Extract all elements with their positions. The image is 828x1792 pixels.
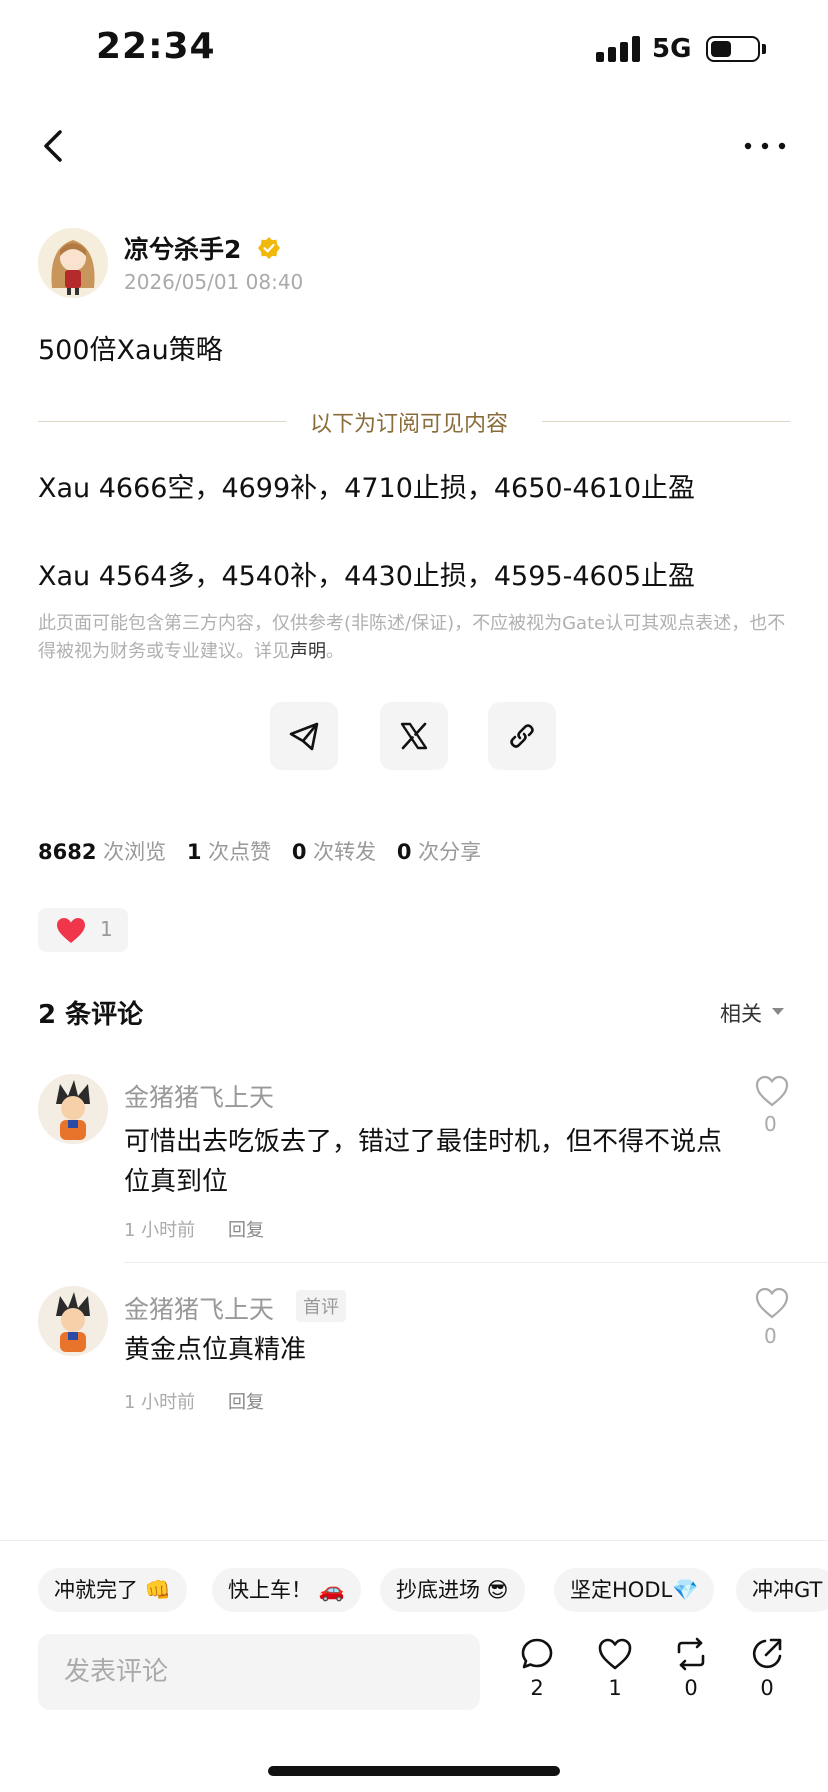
more-options-icon[interactable]	[740, 126, 790, 166]
heart-emoji-icon	[57, 918, 85, 943]
comment-icon	[521, 1638, 553, 1669]
repost-icon	[677, 1637, 705, 1671]
shares-action-count: 0	[760, 1676, 774, 1700]
reposts-action-count: 0	[684, 1676, 698, 1700]
repost-action[interactable]: 0	[666, 1636, 716, 1700]
comment-text: 可惜出去吃饭去了，错过了最佳时机，但不得不说点位真到位	[124, 1127, 723, 1197]
post-line-1: Xau 4666空，4699补，4710止损，4650-4610止盈	[38, 473, 696, 504]
quick-reply-chip[interactable]: 坚定HODL💎	[554, 1568, 715, 1612]
comment-time: 1 小时前	[124, 1220, 196, 1241]
reaction-count: 1	[100, 917, 113, 941]
quick-reply-chip[interactable]: 冲冲GT	[736, 1568, 828, 1612]
quick-reply-chip[interactable]: 冲就完了 👊	[38, 1568, 187, 1612]
battery-tip	[762, 44, 766, 54]
chevron-down-icon[interactable]	[772, 1008, 784, 1015]
likes-action-count: 1	[608, 1676, 622, 1700]
shares-count: 0	[396, 840, 412, 864]
divider-line-right	[542, 421, 790, 422]
comment-text: 黄金点位真精准	[124, 1335, 307, 1365]
share-icon	[752, 1638, 782, 1669]
battery-icon	[706, 36, 760, 62]
comments-count-title: 2 条评论	[38, 1000, 144, 1030]
share-action[interactable]: 0	[742, 1636, 792, 1700]
status-bar: 22:34 5G	[0, 0, 828, 100]
verified-badge-icon	[258, 237, 280, 259]
disclaimer-link[interactable]: 声明	[290, 641, 326, 662]
back-icon[interactable]	[36, 124, 72, 168]
post-title: 500倍Xau策略	[38, 335, 223, 366]
views-label: 次浏览	[103, 840, 167, 864]
link-icon	[510, 724, 534, 748]
share-telegram-button[interactable]	[270, 702, 338, 770]
reposts-label: 次转发	[313, 840, 377, 864]
reposts-count: 0	[291, 840, 307, 864]
reply-button[interactable]: 回复	[228, 1216, 264, 1242]
like-action[interactable]: 1	[590, 1636, 640, 1700]
comments-action-count: 2	[530, 1676, 544, 1700]
author-avatar[interactable]	[38, 228, 108, 298]
commenter-avatar[interactable]	[38, 1286, 108, 1356]
likes-count: 1	[186, 840, 202, 864]
shares-label: 次分享	[418, 840, 482, 864]
post-line-2: Xau 4564多，4540补，4430止损，4595-4605止盈	[38, 561, 696, 592]
like-icon[interactable]	[754, 1286, 790, 1320]
copy-link-button[interactable]	[488, 702, 556, 770]
bottom-bar-separator	[0, 1540, 828, 1541]
post-timestamp: 2026/05/01 08:40	[124, 270, 304, 294]
x-icon	[400, 722, 428, 750]
disclaimer-text: 此页面可能包含第三方内容，仅供参考(非陈述/保证)，不应被视为Gate认可其观点…	[38, 613, 786, 662]
commenter-name[interactable]: 金猪猪飞上天	[124, 1078, 274, 1114]
subscriber-divider: 以下为订阅可见内容	[38, 406, 790, 437]
commenter-name[interactable]: 金猪猪飞上天	[124, 1290, 274, 1326]
likes-label: 次点赞	[208, 840, 272, 864]
quick-reply-chip[interactable]: 快上车！ 🚗	[212, 1568, 361, 1612]
home-indicator	[268, 1766, 560, 1776]
subscriber-divider-label: 以下为订阅可见内容	[310, 412, 509, 437]
like-icon[interactable]	[754, 1074, 790, 1108]
telegram-icon	[289, 722, 319, 751]
share-x-button[interactable]	[380, 702, 448, 770]
comment-time: 1 小时前	[124, 1392, 196, 1413]
reply-button[interactable]: 回复	[228, 1388, 264, 1414]
comment-separator	[124, 1262, 828, 1263]
network-label: 5G	[652, 34, 692, 64]
heart-reaction-button[interactable]: 1	[38, 908, 128, 952]
signal-icon	[596, 36, 640, 62]
post-stats: 8682 次浏览 1 次点赞 0 次转发 0 次分享	[38, 836, 481, 866]
comments-action[interactable]: 2	[512, 1636, 562, 1700]
comment-input[interactable]: 发表评论	[38, 1634, 480, 1710]
quick-reply-chip[interactable]: 抄底进场 😎	[380, 1568, 525, 1612]
comment-like-count: 0	[764, 1324, 777, 1348]
heart-icon	[598, 1638, 632, 1670]
views-count: 8682	[38, 840, 97, 864]
first-comment-badge: 首评	[296, 1290, 346, 1322]
disclaimer: 此页面可能包含第三方内容，仅供参考(非陈述/保证)，不应被视为Gate认可其观点…	[38, 610, 790, 666]
comment-like-count: 0	[764, 1112, 777, 1136]
status-time: 22:34	[96, 26, 216, 67]
divider-line-left	[38, 421, 286, 422]
commenter-avatar[interactable]	[38, 1074, 108, 1144]
author-name[interactable]: 凉兮杀手2	[124, 230, 241, 266]
comment-sort-dropdown[interactable]: 相关	[720, 998, 762, 1028]
disclaimer-end: 。	[326, 641, 344, 662]
